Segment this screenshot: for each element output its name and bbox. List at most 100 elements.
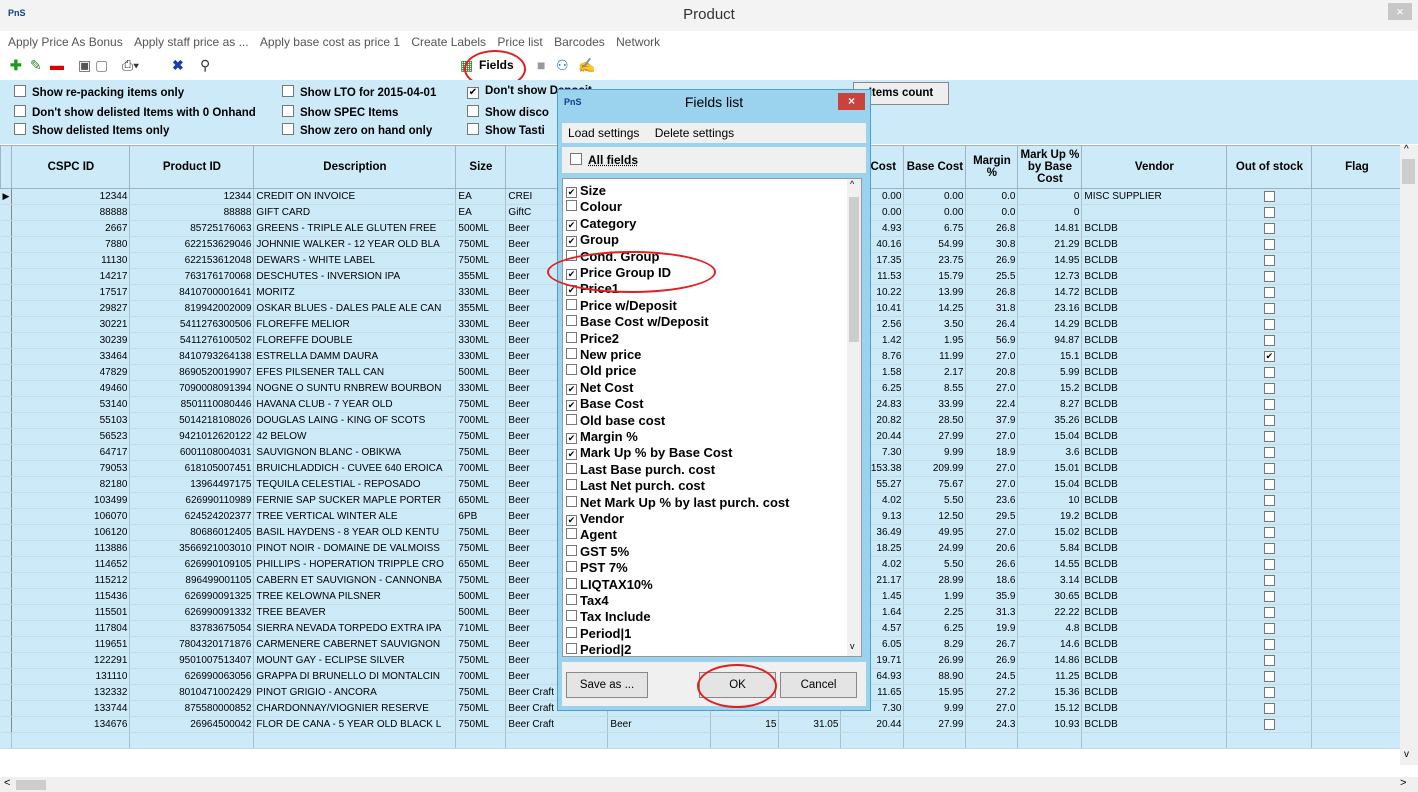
table-cell[interactable]: BCLDB	[1081, 716, 1228, 733]
column-header[interactable]: Margin %	[965, 145, 1019, 189]
table-cell[interactable]: 27.0	[965, 348, 1019, 365]
table-cell[interactable]: 5014218108026	[129, 412, 255, 429]
table-cell[interactable]: 8.55	[903, 380, 967, 397]
table-cell[interactable]: 500ML	[455, 604, 507, 621]
table-cell[interactable]: 5.84	[1017, 540, 1083, 557]
table-cell[interactable]: BCLDB	[1081, 636, 1228, 653]
fields-button[interactable]: Fields	[479, 57, 514, 73]
filter-repacking[interactable]: Show re-packing items only	[14, 85, 184, 99]
table-cell[interactable]: 209.99	[903, 460, 967, 477]
table-cell[interactable]: EA	[455, 204, 507, 221]
print-icon[interactable]: ⎙▾	[122, 57, 139, 73]
table-cell[interactable]: 3566921003010	[129, 540, 255, 557]
table-cell[interactable]: 33.99	[903, 396, 967, 413]
checkbox[interactable]	[566, 495, 577, 507]
out-of-stock-cell[interactable]	[1226, 252, 1313, 269]
out-of-stock-checkbox[interactable]	[1263, 510, 1275, 522]
field-option[interactable]: ✔ Category	[566, 216, 636, 232]
field-option[interactable]: Agent	[566, 527, 617, 543]
checkbox[interactable]	[282, 123, 294, 135]
out-of-stock-cell[interactable]	[1226, 668, 1313, 685]
table-cell[interactable]: 700ML	[455, 668, 507, 685]
table-cell[interactable]: 83783675054	[129, 620, 255, 637]
row-indicator[interactable]	[0, 380, 13, 397]
field-option[interactable]: Tax4	[566, 593, 609, 609]
table-cell[interactable]: SAUVIGNON BLANC - OBIKWA	[253, 444, 457, 461]
table-cell[interactable]: BCLDB	[1081, 508, 1228, 525]
field-option[interactable]: Cond. Group	[566, 249, 659, 265]
table-cell[interactable]: 24.3	[965, 716, 1019, 733]
row-indicator[interactable]	[0, 444, 13, 461]
table-cell[interactable]: CREDIT ON INVOICE	[253, 188, 457, 205]
out-of-stock-cell[interactable]	[1226, 636, 1313, 653]
table-cell[interactable]	[1311, 428, 1403, 445]
out-of-stock-checkbox[interactable]	[1263, 238, 1275, 250]
out-of-stock-checkbox[interactable]	[1263, 686, 1275, 698]
table-cell[interactable]: BASIL HAYDENS - 8 YEAR OLD KENTU	[253, 524, 457, 541]
vertical-scroll-thumb[interactable]	[1402, 159, 1415, 184]
table-cell[interactable]: BCLDB	[1081, 348, 1228, 365]
table-cell[interactable]: 8410793264138	[129, 348, 255, 365]
checkbox[interactable]	[14, 105, 26, 117]
row-indicator[interactable]	[0, 620, 13, 637]
out-of-stock-cell[interactable]	[1226, 556, 1313, 573]
table-cell[interactable]: 750ML	[455, 716, 507, 733]
table-cell[interactable]	[1311, 332, 1403, 349]
table-cell[interactable]: 12344	[11, 188, 131, 205]
out-of-stock-cell[interactable]	[1226, 492, 1313, 509]
table-cell[interactable]	[1311, 572, 1403, 589]
row-indicator[interactable]	[0, 588, 13, 605]
filter-zero-on-hand[interactable]: Show zero on hand only	[282, 123, 432, 137]
table-cell[interactable]: 750ML	[455, 652, 507, 669]
table-cell[interactable]	[965, 732, 1019, 749]
table-cell[interactable]: 3.50	[903, 316, 967, 333]
table-cell[interactable]	[1311, 588, 1403, 605]
out-of-stock-checkbox[interactable]	[1263, 574, 1275, 586]
out-of-stock-checkbox[interactable]	[1263, 398, 1275, 410]
table-cell[interactable]: 13964497175	[129, 476, 255, 493]
table-cell[interactable]: 15.1	[1017, 348, 1083, 365]
out-of-stock-checkbox[interactable]	[1263, 382, 1275, 394]
menu-apply-base-cost[interactable]: Apply base cost as price 1	[260, 33, 400, 51]
table-cell[interactable]: TREE BEAVER	[253, 604, 457, 621]
checkbox[interactable]: ✔	[566, 219, 577, 231]
table-cell[interactable]: BCLDB	[1081, 604, 1228, 621]
checkbox[interactable]	[566, 249, 577, 261]
field-option[interactable]: Old price	[566, 363, 636, 379]
table-cell[interactable]	[455, 732, 507, 749]
table-cell[interactable]: 750ML	[455, 572, 507, 589]
table-cell[interactable]: 700ML	[455, 412, 507, 429]
table-cell[interactable]: GIFT CARD	[253, 204, 457, 221]
table-cell[interactable]	[1311, 284, 1403, 301]
out-of-stock-checkbox[interactable]	[1263, 702, 1275, 714]
column-header[interactable]: Flag	[1311, 145, 1403, 189]
table-cell[interactable]	[1081, 732, 1228, 749]
table-cell[interactable]: 27.0	[965, 524, 1019, 541]
checkbox[interactable]	[566, 643, 577, 655]
table-cell[interactable]: 6001108004031	[129, 444, 255, 461]
table-cell[interactable]: 5411276100502	[129, 332, 255, 349]
table-cell[interactable]: 750ML	[455, 252, 507, 269]
table-cell[interactable]: 500ML	[455, 588, 507, 605]
table-cell[interactable]: BCLDB	[1081, 668, 1228, 685]
row-indicator[interactable]	[0, 604, 13, 621]
table-cell[interactable]: 17517	[11, 284, 131, 301]
table-cell[interactable]: 15.95	[903, 684, 967, 701]
table-cell[interactable]: 15.04	[1017, 476, 1083, 493]
row-indicator[interactable]	[0, 556, 13, 573]
table-cell[interactable]: 763176170068	[129, 268, 255, 285]
table-cell[interactable]: 500ML	[455, 220, 507, 237]
column-header[interactable]: Mark Up % by Base Cost	[1017, 145, 1083, 189]
table-cell[interactable]: 27.0	[965, 428, 1019, 445]
table-cell[interactable]: ESTRELLA DAMM DAURA	[253, 348, 457, 365]
table-cell[interactable]: 56523	[11, 428, 131, 445]
table-cell[interactable]	[1311, 396, 1403, 413]
out-of-stock-checkbox[interactable]	[1263, 622, 1275, 634]
scroll-up-icon[interactable]: ^	[850, 179, 854, 189]
table-cell[interactable]: 11.99	[903, 348, 967, 365]
field-option[interactable]: ✔ Margin %	[566, 429, 638, 445]
table-cell[interactable]: 26.9	[965, 652, 1019, 669]
table-cell[interactable]: 26.7	[965, 636, 1019, 653]
table-cell[interactable]: 750ML	[455, 444, 507, 461]
out-of-stock-checkbox[interactable]	[1263, 334, 1275, 346]
